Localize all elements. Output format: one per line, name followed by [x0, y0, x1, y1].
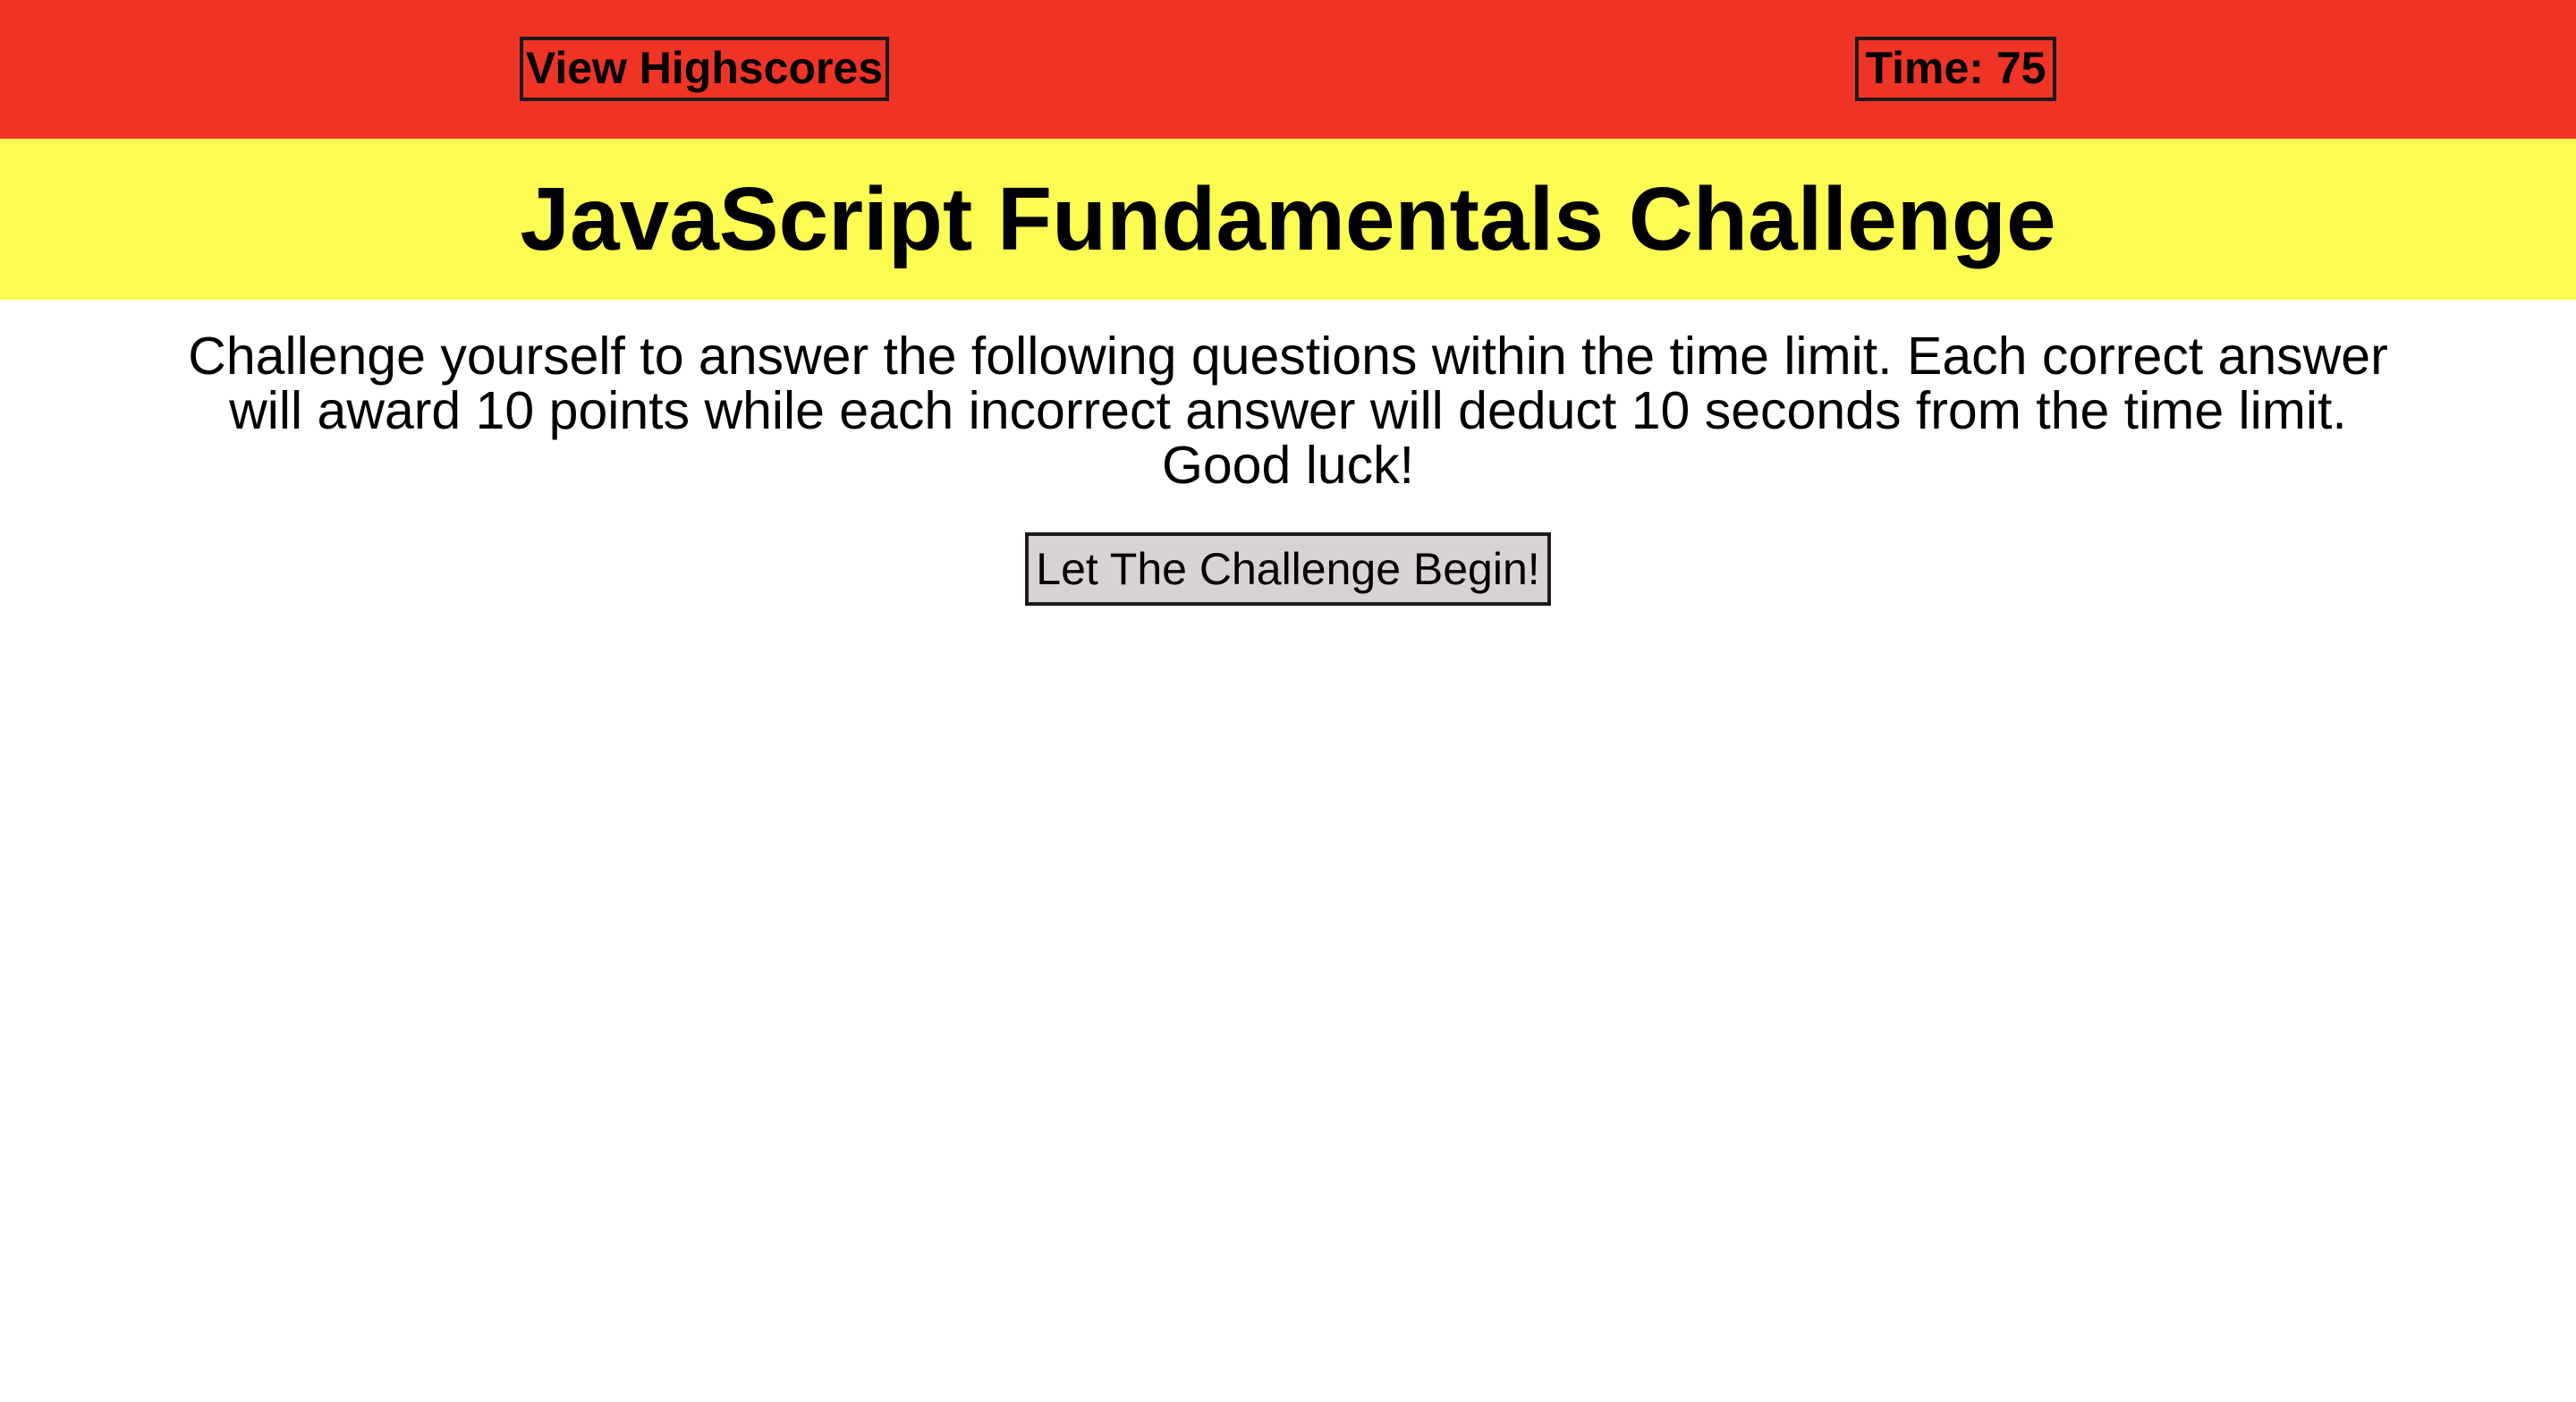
- page-title: JavaScript Fundamentals Challenge: [520, 169, 2056, 269]
- start-challenge-button[interactable]: Let The Challenge Begin!: [1025, 532, 1551, 606]
- view-highscores-link[interactable]: View Highscores: [520, 37, 889, 101]
- challenge-instructions: Challenge yourself to answer the followi…: [188, 327, 2388, 495]
- top-bar: View Highscores Time: 75: [0, 0, 2576, 139]
- title-band: JavaScript Fundamentals Challenge: [0, 139, 2576, 300]
- timer-display: Time: 75: [1855, 37, 2056, 101]
